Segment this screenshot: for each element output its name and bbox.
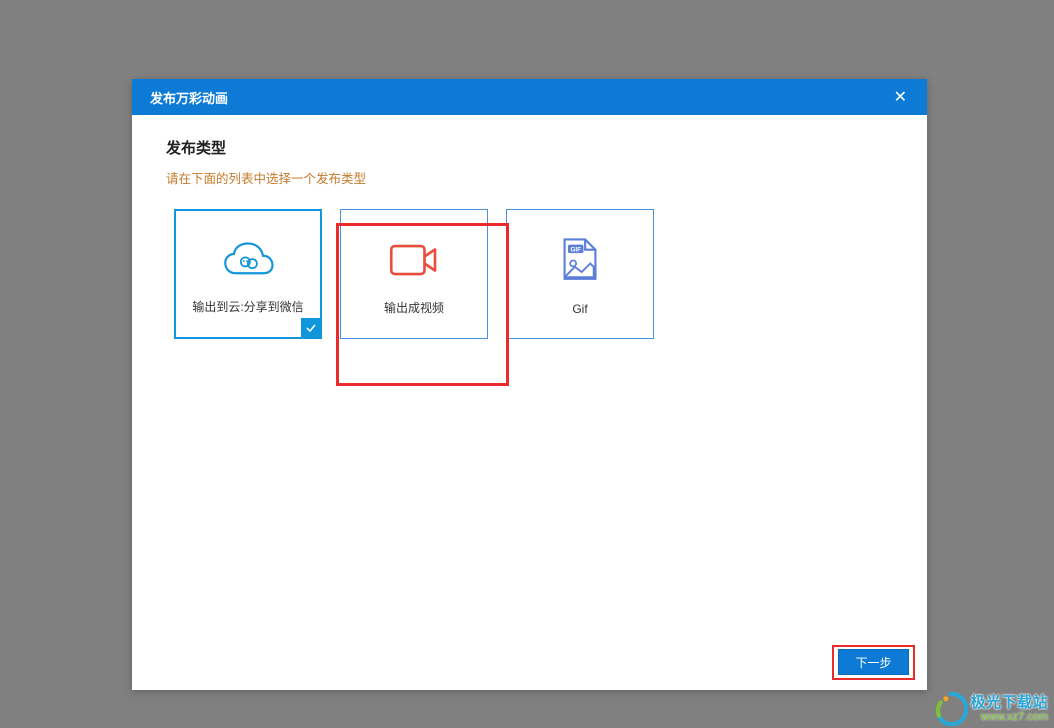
dialog-footer: 下一步 [132,635,927,690]
cloud-icon [220,237,276,285]
dialog-title: 发布万彩动画 [150,88,228,107]
video-icon [386,236,442,284]
option-video-label: 输出成视频 [384,299,444,316]
next-button[interactable]: 下一步 [838,649,909,675]
section-hint: 请在下面的列表中选择一个发布类型 [166,168,893,187]
option-cloud[interactable]: 输出到云:分享到微信 [174,209,322,339]
option-gif-label: Gif [572,302,587,316]
close-icon[interactable]: ✕ [888,85,913,109]
watermark-title: 极光下载站 [970,694,1048,711]
option-cloud-label: 输出到云:分享到微信 [192,298,303,315]
dialog-titlebar: 发布万彩动画 ✕ [132,79,927,115]
watermark-url: www.xz7.com [970,711,1048,724]
option-gif[interactable]: GIF Gif [506,209,654,339]
section-title: 发布类型 [166,137,893,158]
publish-dialog: 发布万彩动画 ✕ 发布类型 请在下面的列表中选择一个发布类型 输出到云:分享到微… [132,79,927,690]
dialog-content: 发布类型 请在下面的列表中选择一个发布类型 输出到云:分享到微信 [132,115,927,635]
option-video[interactable]: 输出成视频 [340,209,488,339]
check-icon [301,318,321,338]
watermark-logo-icon [934,692,968,726]
watermark: 极光下载站 www.xz7.com [970,694,1048,724]
publish-options: 输出到云:分享到微信 输出成视频 [166,209,893,339]
gif-icon: GIF [552,236,608,284]
svg-text:GIF: GIF [570,246,581,253]
